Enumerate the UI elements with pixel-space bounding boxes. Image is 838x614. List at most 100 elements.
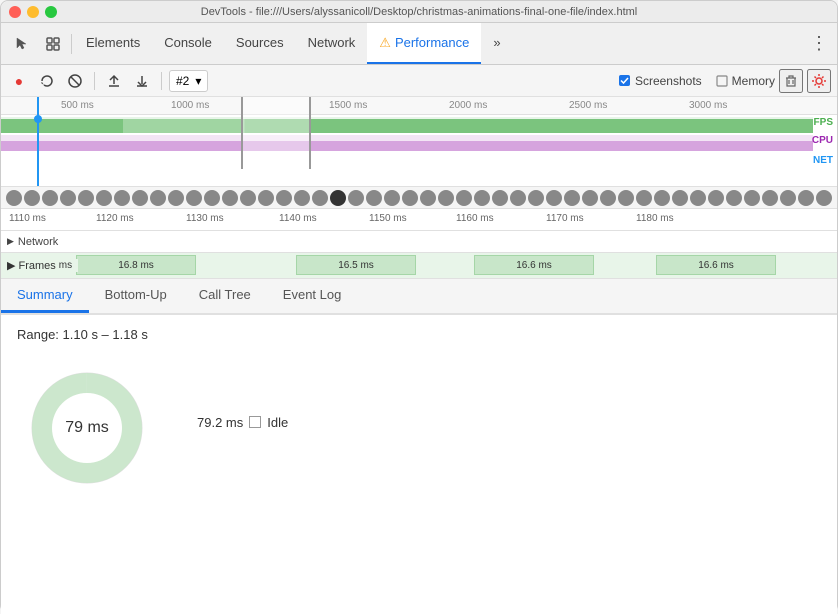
scrubber-dot[interactable]	[276, 190, 292, 206]
tab-divider	[71, 34, 72, 54]
tab-sources[interactable]: Sources	[224, 23, 296, 64]
scrubber-dot[interactable]	[456, 190, 472, 206]
scrubber-dot[interactable]	[132, 190, 148, 206]
delete-button[interactable]	[779, 69, 803, 93]
warning-icon: ⚠	[379, 35, 391, 51]
upload-button[interactable]	[102, 69, 126, 93]
tab-summary[interactable]: Summary	[1, 279, 89, 313]
time-marker-1170: 1170 ms	[546, 213, 584, 224]
idle-row: 79.2 ms Idle	[197, 415, 288, 430]
scrubber-dot[interactable]	[240, 190, 256, 206]
scrubber-dot[interactable]	[78, 190, 94, 206]
download-button[interactable]	[130, 69, 154, 93]
scrubber-dot[interactable]	[420, 190, 436, 206]
pie-area: 79 ms 79.2 ms Idle	[17, 358, 821, 498]
scrubber-dot[interactable]	[672, 190, 688, 206]
scrubber-dot[interactable]	[312, 190, 328, 206]
scrubber-dot[interactable]	[186, 190, 202, 206]
tab-call-tree[interactable]: Call Tree	[183, 279, 267, 313]
inspect-icon[interactable]	[37, 23, 69, 64]
scrubber-dot[interactable]	[438, 190, 454, 206]
scrubber-dot[interactable]	[798, 190, 814, 206]
fps-bar-fill	[1, 119, 813, 133]
scrubber-dot[interactable]	[402, 190, 418, 206]
reload-button[interactable]	[35, 69, 59, 93]
scrubber-dot[interactable]	[24, 190, 40, 206]
time-marker-1120: 1120 ms	[96, 213, 134, 224]
scrubber-dot[interactable]	[816, 190, 832, 206]
tab-bottom-up[interactable]: Bottom-Up	[89, 279, 183, 313]
scrubber-dot[interactable]	[708, 190, 724, 206]
bottom-tab-bar: Summary Bottom-Up Call Tree Event Log	[1, 279, 837, 315]
timeline-area[interactable]: 500 ms 1000 ms 1500 ms 2000 ms 2500 ms 3…	[1, 97, 837, 187]
settings-button[interactable]	[807, 69, 831, 93]
scrubber-dot[interactable]	[492, 190, 508, 206]
scrubber-dot[interactable]	[204, 190, 220, 206]
devtools-menu-button[interactable]: ⋮	[805, 30, 833, 58]
scrubber-area[interactable]	[1, 187, 837, 209]
cpu-bar	[1, 135, 813, 151]
scrubber-dot[interactable]	[348, 190, 364, 206]
scrubber-dot[interactable]	[600, 190, 616, 206]
maximize-button[interactable]	[45, 6, 57, 18]
tab-event-log[interactable]: Event Log	[267, 279, 358, 313]
scrubber-dot[interactable]	[762, 190, 778, 206]
scrubber-dot[interactable]	[96, 190, 112, 206]
cpu-bar-fill	[1, 141, 813, 151]
scrubber-dot[interactable]	[6, 190, 22, 206]
screenshots-checkbox-label[interactable]: Screenshots	[618, 74, 702, 88]
network-expand-icon: ▶	[7, 236, 14, 247]
minimize-button[interactable]	[27, 6, 39, 18]
scrubber-dot[interactable]	[780, 190, 796, 206]
tab-network[interactable]: Network	[296, 23, 368, 64]
scrubber-dot[interactable]	[150, 190, 166, 206]
record-button[interactable]: ●	[7, 69, 31, 93]
tab-performance[interactable]: ⚠ Performance	[367, 23, 481, 64]
frames-expand-icon: ▶	[7, 259, 15, 272]
scrubber-dot[interactable]	[564, 190, 580, 206]
scrubber-dot[interactable]	[636, 190, 652, 206]
time-marker-1130: 1130 ms	[186, 213, 224, 224]
pie-legend: 79.2 ms Idle	[197, 415, 288, 442]
scrubber-dot[interactable]	[60, 190, 76, 206]
scrubber-dot[interactable]	[528, 190, 544, 206]
frames-row[interactable]: ▶ Frames ms 16.8 ms 16.5 ms 16.6 ms 16.6…	[1, 253, 837, 279]
fps-label: FPS	[814, 117, 833, 128]
profile-selector[interactable]: #2 ▾	[169, 70, 208, 92]
selection-overlay[interactable]	[241, 97, 311, 169]
tab-console[interactable]: Console	[152, 23, 224, 64]
scrubber-dot[interactable]	[168, 190, 184, 206]
network-row-label: Network	[18, 236, 58, 248]
scrubber-dot[interactable]	[474, 190, 490, 206]
time-marker-1180: 1180 ms	[636, 213, 674, 224]
title-bar: DevTools - file:///Users/alyssanicoll/De…	[1, 1, 837, 23]
scrubber-dot[interactable]	[726, 190, 742, 206]
scrubber-dot[interactable]	[690, 190, 706, 206]
cpu-label: CPU	[812, 135, 833, 146]
scrubber-dot[interactable]	[546, 190, 562, 206]
cursor-icon[interactable]	[5, 23, 37, 64]
tab-elements[interactable]: Elements	[74, 23, 152, 64]
time-marker-1150: 1150 ms	[369, 213, 407, 224]
scrubber-dot[interactable]	[384, 190, 400, 206]
scrubber-dot[interactable]	[618, 190, 634, 206]
scrubber-dot[interactable]	[294, 190, 310, 206]
scrubber-dot[interactable]	[258, 190, 274, 206]
scrubber-dot[interactable]	[654, 190, 670, 206]
close-button[interactable]	[9, 6, 21, 18]
network-row[interactable]: ▶ Network	[1, 231, 837, 253]
ruler-tick-1000: 1000 ms	[171, 100, 209, 111]
scrubber-dot[interactable]	[510, 190, 526, 206]
scrubber-dot[interactable]	[42, 190, 58, 206]
toolbar: ● #2	[1, 65, 837, 97]
idle-ms-value: 79.2 ms	[197, 415, 243, 430]
stop-button[interactable]	[63, 69, 87, 93]
scrubber-dot[interactable]	[222, 190, 238, 206]
memory-checkbox-label[interactable]: Memory	[716, 74, 775, 88]
tab-more[interactable]: »	[481, 23, 512, 64]
scrubber-dot[interactable]	[330, 190, 346, 206]
scrubber-dot[interactable]	[366, 190, 382, 206]
scrubber-dot[interactable]	[582, 190, 598, 206]
scrubber-dot[interactable]	[114, 190, 130, 206]
scrubber-dot[interactable]	[744, 190, 760, 206]
